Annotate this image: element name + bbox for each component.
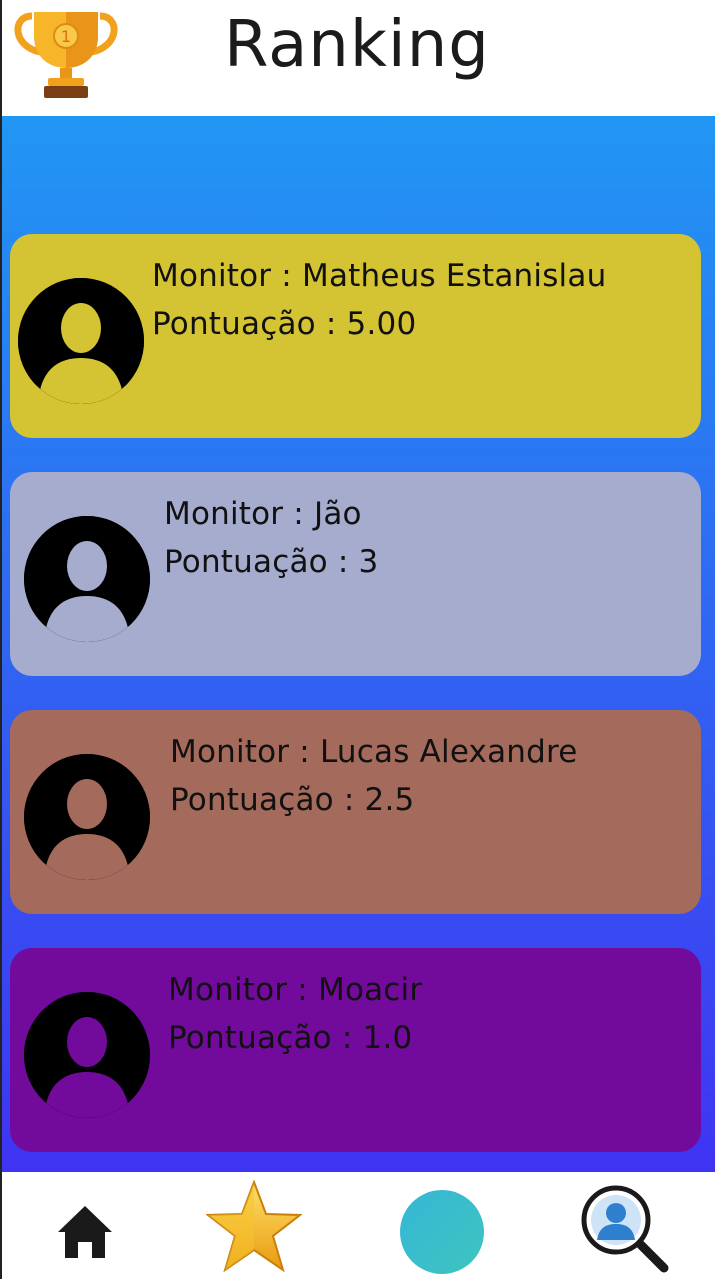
home-icon[interactable] [56,1202,114,1260]
ranking-card-4[interactable]: Monitor : Moacir Pontuação : 1.0 [10,948,701,1152]
user-search-icon[interactable] [578,1182,670,1274]
ranking-card-3[interactable]: Monitor : Lucas Alexandre Pontuação : 2.… [10,710,701,914]
avatar-icon [24,516,150,642]
score-label: Pontuação : 3 [164,544,379,580]
app-frame: 1 Ranking Monitor : Matheus Estanislau P… [0,0,715,1279]
monitor-name: Monitor : Moacir [168,972,423,1008]
monitor-name: Monitor : Lucas Alexandre [170,734,578,770]
score-label: Pontuação : 1.0 [168,1020,413,1056]
ranking-list: Monitor : Matheus Estanislau Pontuação :… [2,116,715,1172]
avatar-icon [18,278,144,404]
star-icon[interactable] [205,1179,303,1273]
avatar-icon [24,992,150,1118]
ranking-card-2[interactable]: Monitor : Jão Pontuação : 3 [10,472,701,676]
monitor-name: Monitor : Jão [164,496,362,532]
avatar-icon [24,754,150,880]
trophy-icon: 1 [10,6,122,102]
bottom-nav [2,1172,715,1279]
header: 1 Ranking [2,0,715,116]
page-title: Ranking [224,8,490,82]
ranking-card-1[interactable]: Monitor : Matheus Estanislau Pontuação :… [10,234,701,438]
monitor-name: Monitor : Matheus Estanislau [152,258,607,294]
svg-text:1: 1 [61,27,71,46]
score-label: Pontuação : 5.00 [152,306,417,342]
score-label: Pontuação : 2.5 [170,782,415,818]
circle-icon[interactable] [400,1190,484,1274]
